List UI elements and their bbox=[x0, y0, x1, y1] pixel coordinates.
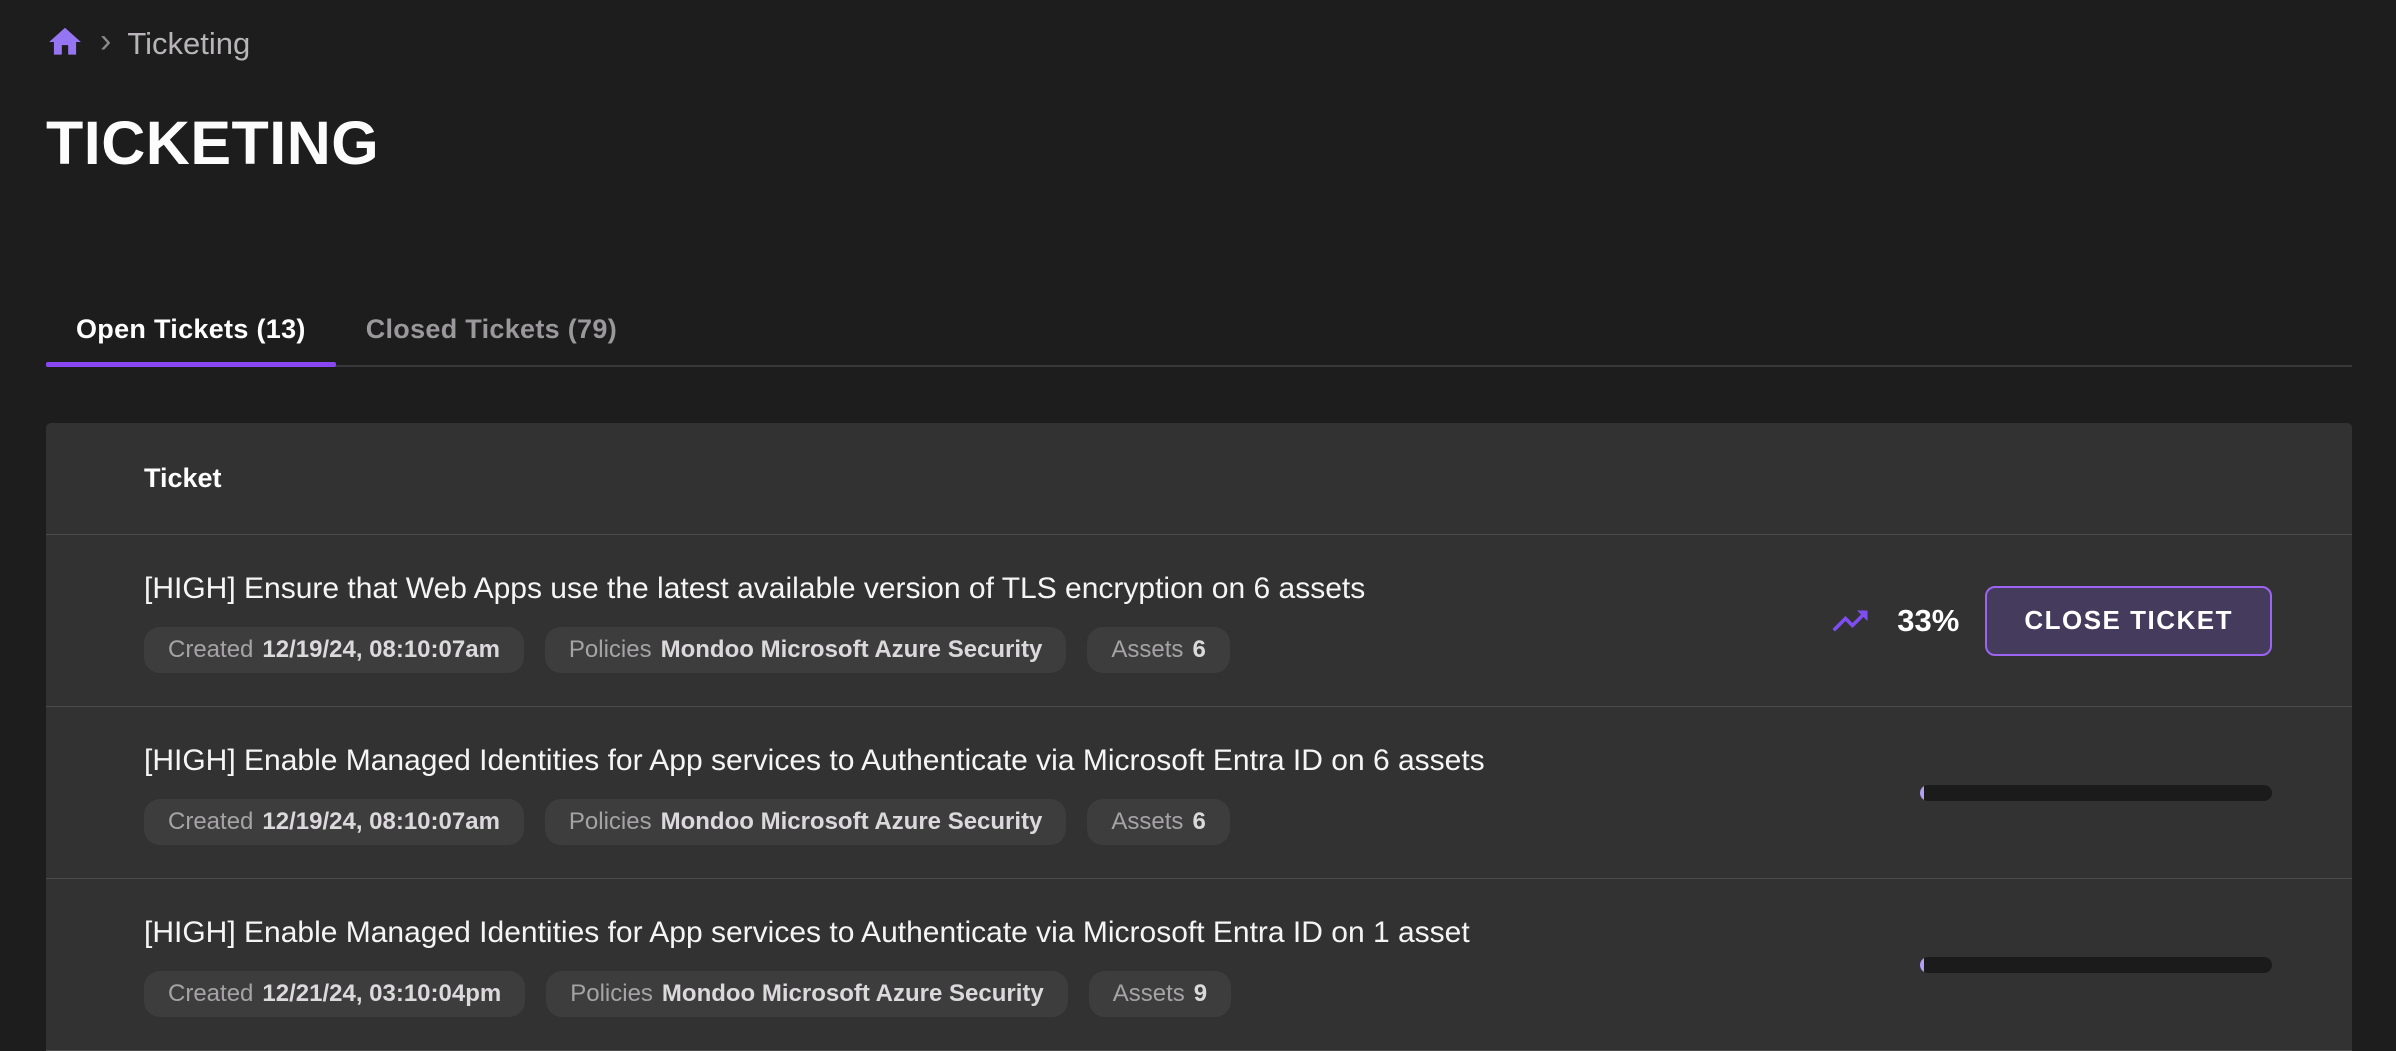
created-value: 12/19/24, 08:10:07am bbox=[262, 636, 500, 664]
policies-value: Mondoo Microsoft Azure Security bbox=[661, 808, 1043, 836]
policies-label: Policies bbox=[569, 636, 652, 664]
ticket-row[interactable]: [HIGH] Enable Managed Identities for App… bbox=[46, 879, 2352, 1051]
assets-label: Assets bbox=[1111, 808, 1183, 836]
assets-label: Assets bbox=[1113, 980, 1185, 1008]
assets-label: Assets bbox=[1111, 636, 1183, 664]
ticket-cell: [HIGH] Enable Managed Identities for App… bbox=[46, 912, 1920, 1017]
ticket-status-cell bbox=[1920, 785, 2352, 801]
created-label: Created bbox=[168, 636, 253, 664]
created-value: 12/19/24, 08:10:07am bbox=[262, 808, 500, 836]
tab-closed-tickets-label: Closed Tickets (79) bbox=[366, 314, 617, 345]
ticket-cell: [HIGH] Enable Managed Identities for App… bbox=[46, 740, 1920, 845]
assets-value: 9 bbox=[1194, 980, 1207, 1008]
ticket-row[interactable]: [HIGH] Ensure that Web Apps use the late… bbox=[46, 535, 2352, 707]
ticket-chips: Created 12/19/24, 08:10:07am Policies Mo… bbox=[144, 799, 1920, 845]
policies-chip: Policies Mondoo Microsoft Azure Security bbox=[545, 799, 1067, 845]
column-header-ticket: Ticket bbox=[144, 463, 222, 494]
assets-chip: Assets 6 bbox=[1087, 799, 1229, 845]
assets-value: 6 bbox=[1192, 636, 1205, 664]
assets-chip: Assets 6 bbox=[1087, 627, 1229, 673]
policies-chip: Policies Mondoo Microsoft Azure Security bbox=[545, 627, 1067, 673]
tab-open-tickets[interactable]: Open Tickets (13) bbox=[46, 293, 336, 365]
tabs-bar: Open Tickets (13) Closed Tickets (79) bbox=[46, 293, 2352, 367]
created-chip: Created 12/19/24, 08:10:07am bbox=[144, 627, 524, 673]
breadcrumb: › Ticketing bbox=[46, 22, 250, 66]
breadcrumb-home-link[interactable] bbox=[46, 23, 84, 66]
progress-bar-fill bbox=[1920, 785, 1924, 801]
policies-value: Mondoo Microsoft Azure Security bbox=[662, 980, 1044, 1008]
ticket-chips: Created 12/21/24, 03:10:04pm Policies Mo… bbox=[144, 971, 1920, 1017]
breadcrumb-current: Ticketing bbox=[127, 26, 250, 62]
policies-label: Policies bbox=[569, 808, 652, 836]
progress-bar bbox=[1920, 785, 2272, 801]
trending-up-icon bbox=[1829, 600, 1871, 642]
assets-chip: Assets 9 bbox=[1089, 971, 1231, 1017]
progress-percent-text: 33% bbox=[1897, 603, 1959, 639]
tab-closed-tickets[interactable]: Closed Tickets (79) bbox=[336, 293, 647, 365]
created-label: Created bbox=[168, 808, 253, 836]
breadcrumb-separator: › bbox=[100, 24, 111, 64]
policies-label: Policies bbox=[570, 980, 653, 1008]
home-icon bbox=[46, 23, 84, 66]
ticket-title: [HIGH] Enable Managed Identities for App… bbox=[144, 912, 1920, 954]
ticket-row[interactable]: [HIGH] Enable Managed Identities for App… bbox=[46, 707, 2352, 879]
tab-open-tickets-label: Open Tickets (13) bbox=[76, 314, 306, 345]
progress-bar-fill bbox=[1920, 957, 1924, 973]
created-label: Created bbox=[168, 980, 253, 1008]
created-chip: Created 12/19/24, 08:10:07am bbox=[144, 799, 524, 845]
policies-value: Mondoo Microsoft Azure Security bbox=[661, 636, 1043, 664]
policies-chip: Policies Mondoo Microsoft Azure Security bbox=[546, 971, 1068, 1017]
ticket-status-cell: 33% CLOSE TICKET bbox=[1829, 586, 2352, 656]
page-title: TICKETING bbox=[46, 108, 379, 178]
table-header-row: Ticket bbox=[46, 423, 2352, 535]
table-body: [HIGH] Ensure that Web Apps use the late… bbox=[46, 535, 2352, 1051]
created-value: 12/21/24, 03:10:04pm bbox=[262, 980, 501, 1008]
created-chip: Created 12/21/24, 03:10:04pm bbox=[144, 971, 525, 1017]
ticket-title: [HIGH] Enable Managed Identities for App… bbox=[144, 740, 1920, 782]
ticket-chips: Created 12/19/24, 08:10:07am Policies Mo… bbox=[144, 627, 1829, 673]
ticket-title: [HIGH] Ensure that Web Apps use the late… bbox=[144, 568, 1829, 610]
tickets-table: Ticket [HIGH] Ensure that Web Apps use t… bbox=[46, 423, 2352, 1051]
ticket-status-cell bbox=[1920, 957, 2352, 973]
close-ticket-button[interactable]: CLOSE TICKET bbox=[1985, 586, 2272, 656]
ticket-cell: [HIGH] Ensure that Web Apps use the late… bbox=[46, 568, 1829, 673]
progress-bar bbox=[1920, 957, 2272, 973]
assets-value: 6 bbox=[1192, 808, 1205, 836]
active-tab-indicator bbox=[46, 362, 336, 367]
